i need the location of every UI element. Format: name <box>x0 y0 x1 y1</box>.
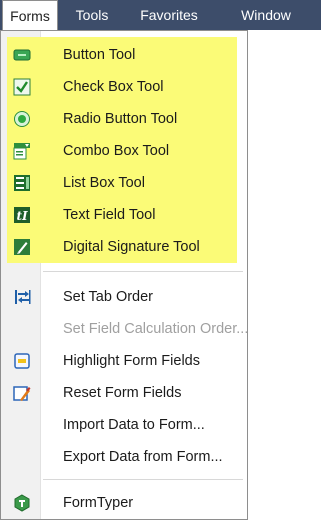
menu-separator <box>43 479 243 480</box>
menu-item-text-field-tool[interactable]: tI Text Field Tool <box>1 199 247 231</box>
menu-forms[interactable]: Forms <box>2 0 58 31</box>
menu-item-button-tool[interactable]: Button Tool <box>1 39 247 71</box>
button-tool-icon <box>13 46 31 64</box>
menu-item-radio-button-tool[interactable]: Radio Button Tool <box>1 103 247 135</box>
menu-item-reset-form-fields[interactable]: Reset Form Fields <box>1 377 247 409</box>
menu-item-set-tab-order[interactable]: Set Tab Order <box>1 281 247 313</box>
formtyper-icon <box>13 494 31 512</box>
combo-box-tool-icon <box>13 142 31 160</box>
digital-signature-tool-icon <box>13 238 31 256</box>
tab-order-icon <box>13 288 31 306</box>
menu-bar: Forms Tools Favorites Window <box>0 0 321 31</box>
menu-window[interactable]: Window <box>216 0 316 30</box>
text-field-tool-icon: tI <box>13 206 31 224</box>
menu-separator <box>43 271 243 272</box>
menu-item-check-box-tool[interactable]: Check Box Tool <box>1 71 247 103</box>
menu-item-set-field-calculation-order: Set Field Calculation Order... <box>63 321 249 337</box>
menu-item-list-box-tool[interactable]: List Box Tool <box>1 167 247 199</box>
list-box-tool-icon <box>13 174 31 192</box>
menu-tools[interactable]: Tools <box>60 0 124 30</box>
menu-item-digital-signature-tool[interactable]: Digital Signature Tool <box>1 231 247 263</box>
reset-fields-icon <box>13 384 31 402</box>
check-box-tool-icon <box>13 78 31 96</box>
menu-item-combo-box-tool[interactable]: Combo Box Tool <box>1 135 247 167</box>
highlight-fields-icon <box>13 352 31 370</box>
menu-favorites[interactable]: Favorites <box>124 0 214 30</box>
menu-item-formtyper[interactable]: FormTyper <box>1 487 247 519</box>
menu-item-highlight-form-fields[interactable]: Highlight Form Fields <box>1 345 247 377</box>
menu-item-export-data-from-form[interactable]: Export Data from Form... <box>1 441 247 473</box>
radio-button-tool-icon <box>13 110 31 128</box>
svg-text:tI: tI <box>17 209 29 223</box>
forms-dropdown-menu: Button Tool Check Box Tool Radio Button … <box>0 30 248 520</box>
menu-item-import-data-to-form[interactable]: Import Data to Form... <box>1 409 247 441</box>
